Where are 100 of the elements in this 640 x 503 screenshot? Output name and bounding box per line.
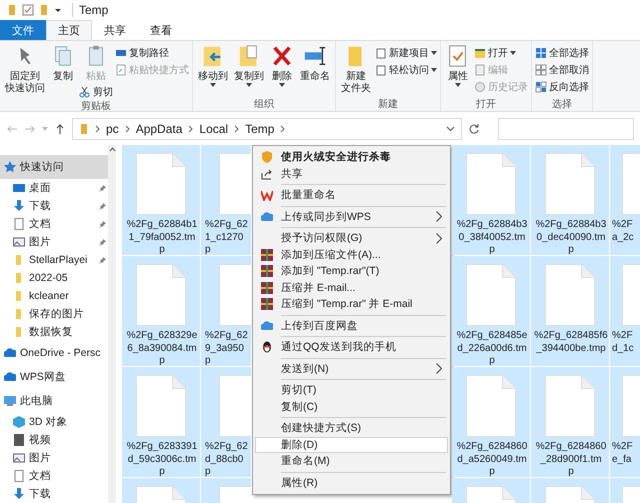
file-name: %2Fg_62 1_c1270 p xyxy=(204,219,248,255)
menu-item[interactable]: 添加到压缩文件(A)... xyxy=(255,246,448,263)
menu-item[interactable]: 复制(C) xyxy=(255,398,448,415)
file-tile[interactable]: %2Fg_6284860 d_a5260049.tm p xyxy=(452,367,530,477)
ribbon-button[interactable]: 删除 xyxy=(268,43,296,97)
select-all-icon xyxy=(535,46,547,58)
scrollbar[interactable] xyxy=(108,145,116,503)
file-icon xyxy=(136,375,186,437)
ribbon-button[interactable]: 剪切 xyxy=(79,84,113,99)
nav-item[interactable]: 视频 xyxy=(0,431,108,449)
ribbon-button[interactable]: 轻松访问 xyxy=(375,62,437,77)
file-tile[interactable]: %2F d_1c xyxy=(610,256,640,366)
nav-item[interactable]: StellarPlayei xyxy=(0,251,108,269)
nav-item[interactable]: OneDrive - Persc xyxy=(0,341,108,365)
ribbon-button[interactable]: 新建 文件夹 xyxy=(339,43,373,97)
nav-item[interactable]: 快速访问 xyxy=(0,155,108,179)
search-field[interactable] xyxy=(498,118,634,140)
rename-icon xyxy=(303,44,327,68)
nav-item[interactable]: 桌面 xyxy=(0,179,108,197)
cloud-icon xyxy=(261,320,273,332)
menu-item[interactable]: 批量重命名 xyxy=(255,187,448,204)
menu-item[interactable]: 重命名(M) xyxy=(255,453,448,470)
menu-item[interactable]: 属性(R) xyxy=(255,474,448,491)
file-icon xyxy=(545,264,595,326)
nav-item[interactable]: 图片 xyxy=(0,233,108,251)
menu-item[interactable]: 上传到百度网盘 xyxy=(255,318,448,334)
ribbon-button[interactable]: 移动到 xyxy=(196,43,230,97)
up-arrow-icon[interactable] xyxy=(54,122,66,134)
address-bar[interactable]: pc AppData Local Temp xyxy=(72,118,462,140)
nav-item[interactable]: kcleaner xyxy=(0,287,108,305)
file-tile[interactable]: %2Fg_62 d_88cb0 p xyxy=(201,367,251,477)
menu-item[interactable]: 压缩到 "Temp.rar" 并 E-mail xyxy=(255,296,448,312)
breadcrumb-link[interactable]: Temp xyxy=(245,122,274,136)
file-tile[interactable]: %2Fg_62884b1 1_79fa0052.tm p xyxy=(122,145,200,255)
ribbon-button[interactable]: 复制路径 xyxy=(115,45,189,60)
menu-item[interactable]: 删除(D) xyxy=(255,436,448,453)
file-tile[interactable]: %2Fg_62 9_3a950 p xyxy=(201,256,251,366)
file-tile[interactable]: %2F a_2c xyxy=(610,145,640,255)
file-tile[interactable]: %2Fg_62884b3 0_dec40090.tm p xyxy=(531,145,609,255)
menu-item[interactable]: 剪切(T) xyxy=(255,382,448,398)
menu-item[interactable]: 上传或同步到WPS xyxy=(255,208,448,225)
folder-icon[interactable] xyxy=(6,4,18,16)
chevron-right-icon xyxy=(280,124,286,132)
refresh-icon[interactable] xyxy=(468,122,480,134)
file-tile[interactable]: %2F e_fa xyxy=(610,367,640,477)
file-name: %2F e_fa xyxy=(611,441,633,466)
download-arrow-icon xyxy=(13,488,25,500)
forward-arrow-icon[interactable] xyxy=(24,122,36,134)
archive-icon xyxy=(261,248,273,261)
nav-item[interactable]: 下载 xyxy=(0,485,108,503)
menu-item[interactable]: 创建快捷方式(S) xyxy=(255,420,448,436)
folder-icon[interactable] xyxy=(38,4,50,16)
breadcrumb-link[interactable]: pc xyxy=(106,122,119,136)
back-arrow-icon[interactable] xyxy=(6,122,18,134)
ribbon-button[interactable]: 反向选择 xyxy=(535,79,589,94)
menu-item[interactable]: 共享 xyxy=(255,166,448,182)
file-tile[interactable]: %2Fg_6284860 _28d900f1.tm p xyxy=(531,367,609,477)
file-tile[interactable]: %2Fg_62884b3 0_38f40052.tm p xyxy=(452,145,530,255)
ribbon-button[interactable]: 复制到 xyxy=(232,43,266,97)
ribbon-tab[interactable]: 文件 xyxy=(0,20,46,40)
ribbon-button[interactable]: 复制 xyxy=(49,43,77,99)
menu-item[interactable]: 使用火绒安全进行杀毒 xyxy=(255,149,448,166)
nav-item[interactable]: 图片 xyxy=(0,449,108,467)
ribbon-button[interactable]: 全部取消 xyxy=(535,62,589,77)
nav-item[interactable]: 文档 xyxy=(0,467,108,485)
caret-icon[interactable] xyxy=(54,6,62,14)
ribbon-button[interactable]: 打开 xyxy=(474,45,528,60)
nav-item[interactable]: 文档 xyxy=(0,215,108,233)
breadcrumb-link[interactable]: Local xyxy=(199,122,228,136)
file-tile[interactable]: %2Fg_628329e 6_8a390084.tm p xyxy=(122,256,200,366)
menu-item[interactable]: 通过QQ发送到我的手机 xyxy=(255,339,448,356)
file-name: %2Fg_62884b3 0_dec40090.tm p xyxy=(534,219,606,255)
file-tile[interactable]: %2Fg_6283391 d_59c3006c.tm p xyxy=(122,367,200,477)
nav-item[interactable]: 保存的图片 xyxy=(0,305,108,323)
file-tile[interactable]: %2Fg_62 1_c1270 p xyxy=(201,145,251,255)
ribbon-button[interactable]: 重命名 xyxy=(298,43,332,97)
chevron-up-icon[interactable] xyxy=(108,147,116,152)
nav-item[interactable]: 3D 对象 xyxy=(0,413,108,431)
nav-item[interactable]: 数据恢复 xyxy=(0,323,108,341)
ribbon-button[interactable]: 新建项目 xyxy=(375,45,437,60)
menu-item[interactable]: 压缩并 E-mail... xyxy=(255,280,448,296)
nav-item[interactable]: 下载 xyxy=(0,197,108,215)
penguin-icon xyxy=(261,341,273,354)
menu-item[interactable]: 添加到 "Temp.rar"(T) xyxy=(255,263,448,280)
nav-item[interactable]: 2022-05 xyxy=(0,269,108,287)
menu-item[interactable]: 发送到(N) xyxy=(255,360,448,377)
nav-item[interactable]: 此电脑 xyxy=(0,389,108,413)
ribbon-button[interactable]: 属性 xyxy=(444,43,472,97)
chevron-down-icon[interactable] xyxy=(446,126,455,132)
menu-item[interactable]: 授予访问权限(G) xyxy=(255,230,448,246)
chevron-right-icon xyxy=(124,124,130,132)
nav-item[interactable]: WPS网盘 xyxy=(0,365,108,389)
file-tile[interactable]: %2Fg_628485e d_226a00d6.tm p xyxy=(452,256,530,366)
breadcrumb-link[interactable]: AppData xyxy=(136,122,182,136)
ribbon-tab[interactable]: 主页 xyxy=(46,20,92,40)
ribbon-button[interactable]: 固定到 快速访问 xyxy=(3,43,47,99)
file-tile[interactable]: %2Fg_628485f6 _394400be.tmp xyxy=(531,256,609,366)
checkbox-icon[interactable] xyxy=(22,4,34,16)
document-icon xyxy=(13,470,25,482)
ribbon-button[interactable]: 全部选择 xyxy=(535,45,589,60)
